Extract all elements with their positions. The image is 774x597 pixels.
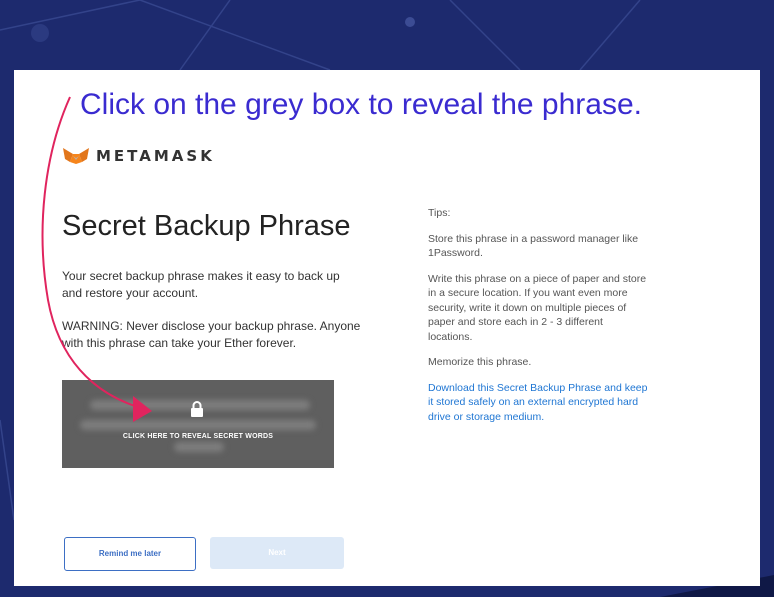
tips-panel: Tips: Store this phrase in a password ma… [428, 206, 648, 435]
brand-name: METAMASK [96, 147, 215, 165]
page-title: Secret Backup Phrase [62, 210, 351, 242]
tips-heading: Tips: [428, 207, 451, 219]
tip-item: Write this phrase on a piece of paper an… [428, 272, 647, 343]
lock-icon [191, 401, 203, 417]
fox-icon [63, 148, 89, 164]
tip-item: Store this phrase in a password manager … [428, 232, 639, 260]
tip-item: Memorize this phrase. [428, 356, 532, 368]
instruction-text: Click on the grey box to reveal the phra… [80, 88, 642, 121]
next-button[interactable]: Next [210, 537, 344, 569]
reveal-label[interactable]: CLICK HERE TO REVEAL SECRET WORDS [62, 433, 334, 440]
blurred-words [80, 420, 316, 430]
reveal-secret-box[interactable] [62, 380, 334, 468]
remind-me-later-button[interactable]: Remind me later [64, 537, 196, 571]
warning-text: WARNING: Never disclose your backup phra… [62, 319, 361, 350]
brand: METAMASK [62, 147, 215, 165]
page-description: Your secret backup phrase makes it easy … [62, 269, 340, 300]
download-phrase-link[interactable]: Download this Secret Backup Phrase and k… [428, 381, 648, 425]
blurred-words [174, 442, 224, 452]
